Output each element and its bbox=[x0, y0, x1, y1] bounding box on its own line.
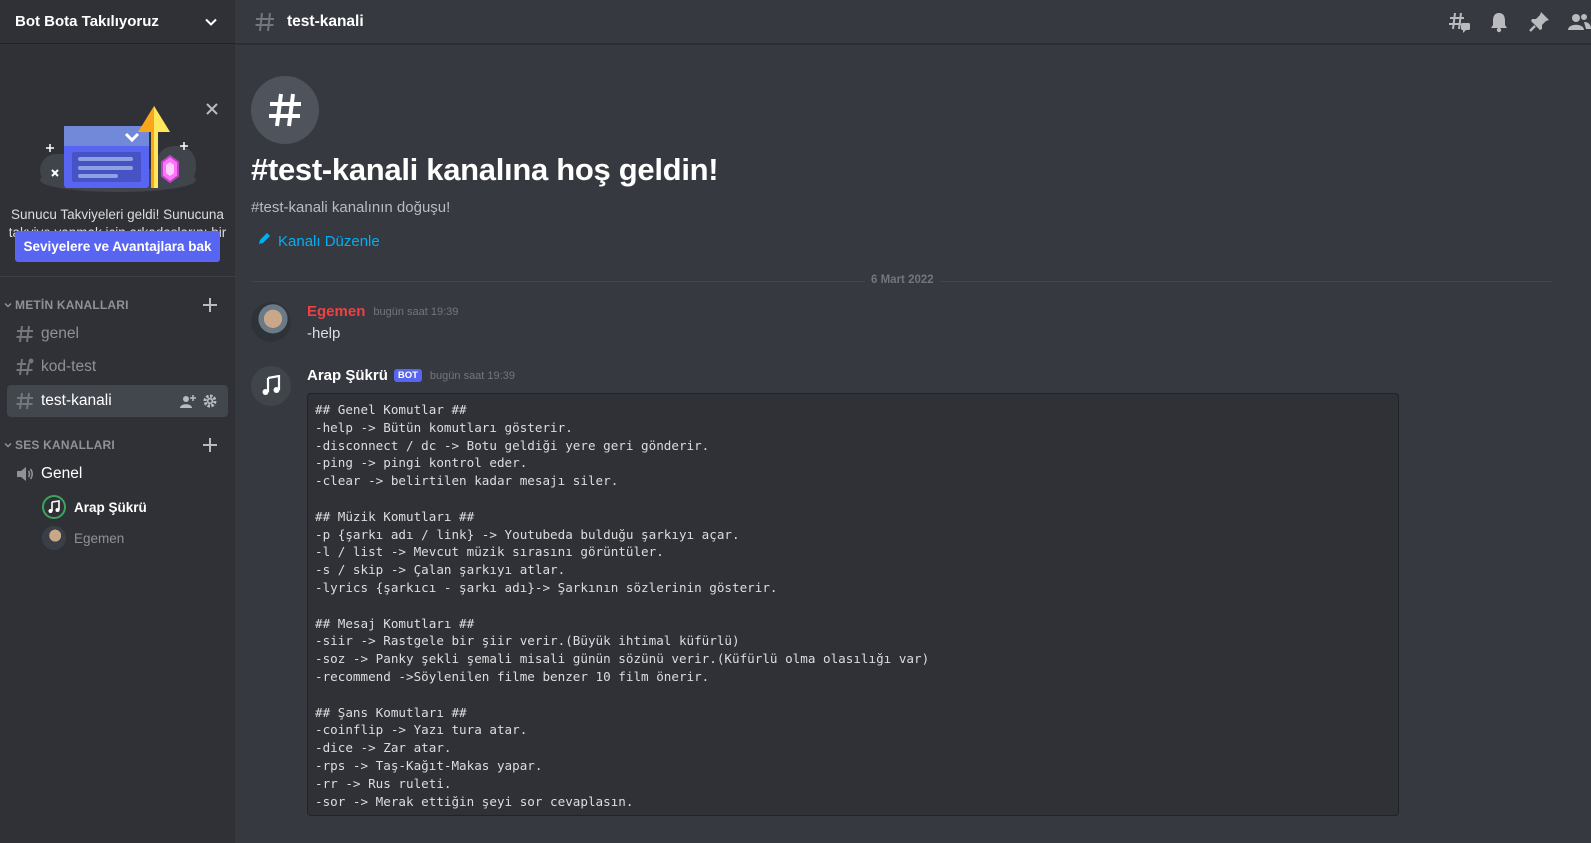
chevron-down-icon[interactable] bbox=[202, 13, 220, 31]
message-header: Arap Şükrü BOT bugün saat 19:39 bbox=[307, 367, 515, 384]
avatar[interactable] bbox=[251, 302, 291, 342]
voice-user-label: Egemen bbox=[74, 530, 125, 546]
server-header[interactable]: Bot Bota Takılıyoruz bbox=[0, 0, 235, 44]
voice-channel-label: Genel bbox=[41, 465, 83, 482]
chevron-down-icon bbox=[1, 441, 15, 449]
category-label: METİN KANALLARI bbox=[15, 298, 129, 312]
hash-icon bbox=[15, 357, 35, 377]
hash-icon bbox=[15, 391, 35, 411]
channel-label: kod-test bbox=[41, 358, 97, 375]
category-voice-channels[interactable]: SES KANALLARI bbox=[0, 435, 235, 455]
plus-icon[interactable] bbox=[201, 296, 219, 314]
members-icon[interactable] bbox=[1567, 10, 1591, 34]
welcome-title: #test-kanali kanalına hoş geldin! bbox=[251, 152, 719, 187]
welcome-subtitle: #test-kanali kanalının doğuşu! bbox=[251, 199, 451, 216]
threads-icon[interactable] bbox=[1447, 10, 1471, 34]
bot-badge: BOT bbox=[393, 369, 422, 382]
channel-header: test-kanali bbox=[235, 0, 1591, 44]
message-author[interactable]: Egemen bbox=[307, 303, 365, 320]
channel-sidebar: Bot Bota Takılıyoruz Sunucu Takviyeleri … bbox=[0, 0, 235, 843]
close-icon[interactable] bbox=[204, 101, 220, 117]
pencil-icon bbox=[257, 232, 271, 250]
view-tiers-button[interactable]: Seviyelere ve Avantajlara bak bbox=[15, 231, 220, 262]
channel-kod-test[interactable]: kod-test bbox=[7, 351, 228, 383]
server-name: Bot Bota Takılıyoruz bbox=[15, 13, 159, 30]
bell-icon[interactable] bbox=[1487, 10, 1511, 34]
category-label: SES KANALLARI bbox=[15, 438, 115, 452]
discord-window: Bot Bota Takılıyoruz Sunucu Takviyeleri … bbox=[0, 0, 1591, 843]
hash-icon bbox=[15, 324, 35, 344]
channel-label: genel bbox=[41, 325, 79, 342]
voice-channel-genel[interactable]: Genel bbox=[7, 458, 228, 490]
category-text-channels[interactable]: METİN KANALLARI bbox=[0, 295, 235, 315]
voice-user-label: Arap Şükrü bbox=[74, 499, 147, 515]
message-header: Egemen bugün saat 19:39 bbox=[307, 303, 458, 320]
chat-area: test-kanali #test-kanali kanalına hoş ge… bbox=[235, 0, 1591, 843]
channel-title: test-kanali bbox=[287, 12, 364, 30]
chevron-down-icon bbox=[1, 301, 15, 309]
code-content: ## Genel Komutlar ## -help -> Bütün komu… bbox=[315, 402, 930, 809]
channel-genel[interactable]: genel bbox=[7, 318, 228, 350]
message-timestamp: bugün saat 19:39 bbox=[429, 369, 515, 382]
voice-user-arap-sukru[interactable]: Arap Şükrü bbox=[42, 494, 147, 520]
code-block: ## Genel Komutlar ## -help -> Bütün komu… bbox=[307, 393, 1399, 816]
avatar bbox=[42, 526, 66, 550]
voice-user-egemen[interactable]: Egemen bbox=[42, 525, 124, 551]
message-author[interactable]: Arap Şükrü bbox=[307, 367, 388, 384]
boost-illustration bbox=[38, 102, 198, 194]
channel-test-kanali[interactable]: test-kanali bbox=[7, 385, 228, 417]
plus-icon[interactable] bbox=[201, 436, 219, 454]
message-content: -help bbox=[307, 325, 341, 342]
edit-channel-link[interactable]: Kanalı Düzenle bbox=[257, 232, 380, 250]
music-note-icon bbox=[48, 500, 60, 513]
hash-icon bbox=[251, 76, 319, 144]
hash-icon bbox=[253, 10, 277, 34]
add-member-icon[interactable] bbox=[180, 393, 196, 414]
channel-label: test-kanali bbox=[41, 392, 112, 409]
message-timestamp: bugün saat 19:39 bbox=[373, 305, 459, 318]
pin-icon[interactable] bbox=[1527, 10, 1551, 34]
speaker-icon bbox=[15, 464, 35, 484]
edit-channel-label: Kanalı Düzenle bbox=[278, 232, 380, 250]
date-divider: 6 Mart 2022 bbox=[865, 274, 940, 286]
avatar bbox=[42, 495, 66, 519]
gear-icon[interactable] bbox=[202, 393, 218, 414]
music-note-icon bbox=[262, 375, 281, 395]
avatar[interactable] bbox=[251, 366, 291, 406]
